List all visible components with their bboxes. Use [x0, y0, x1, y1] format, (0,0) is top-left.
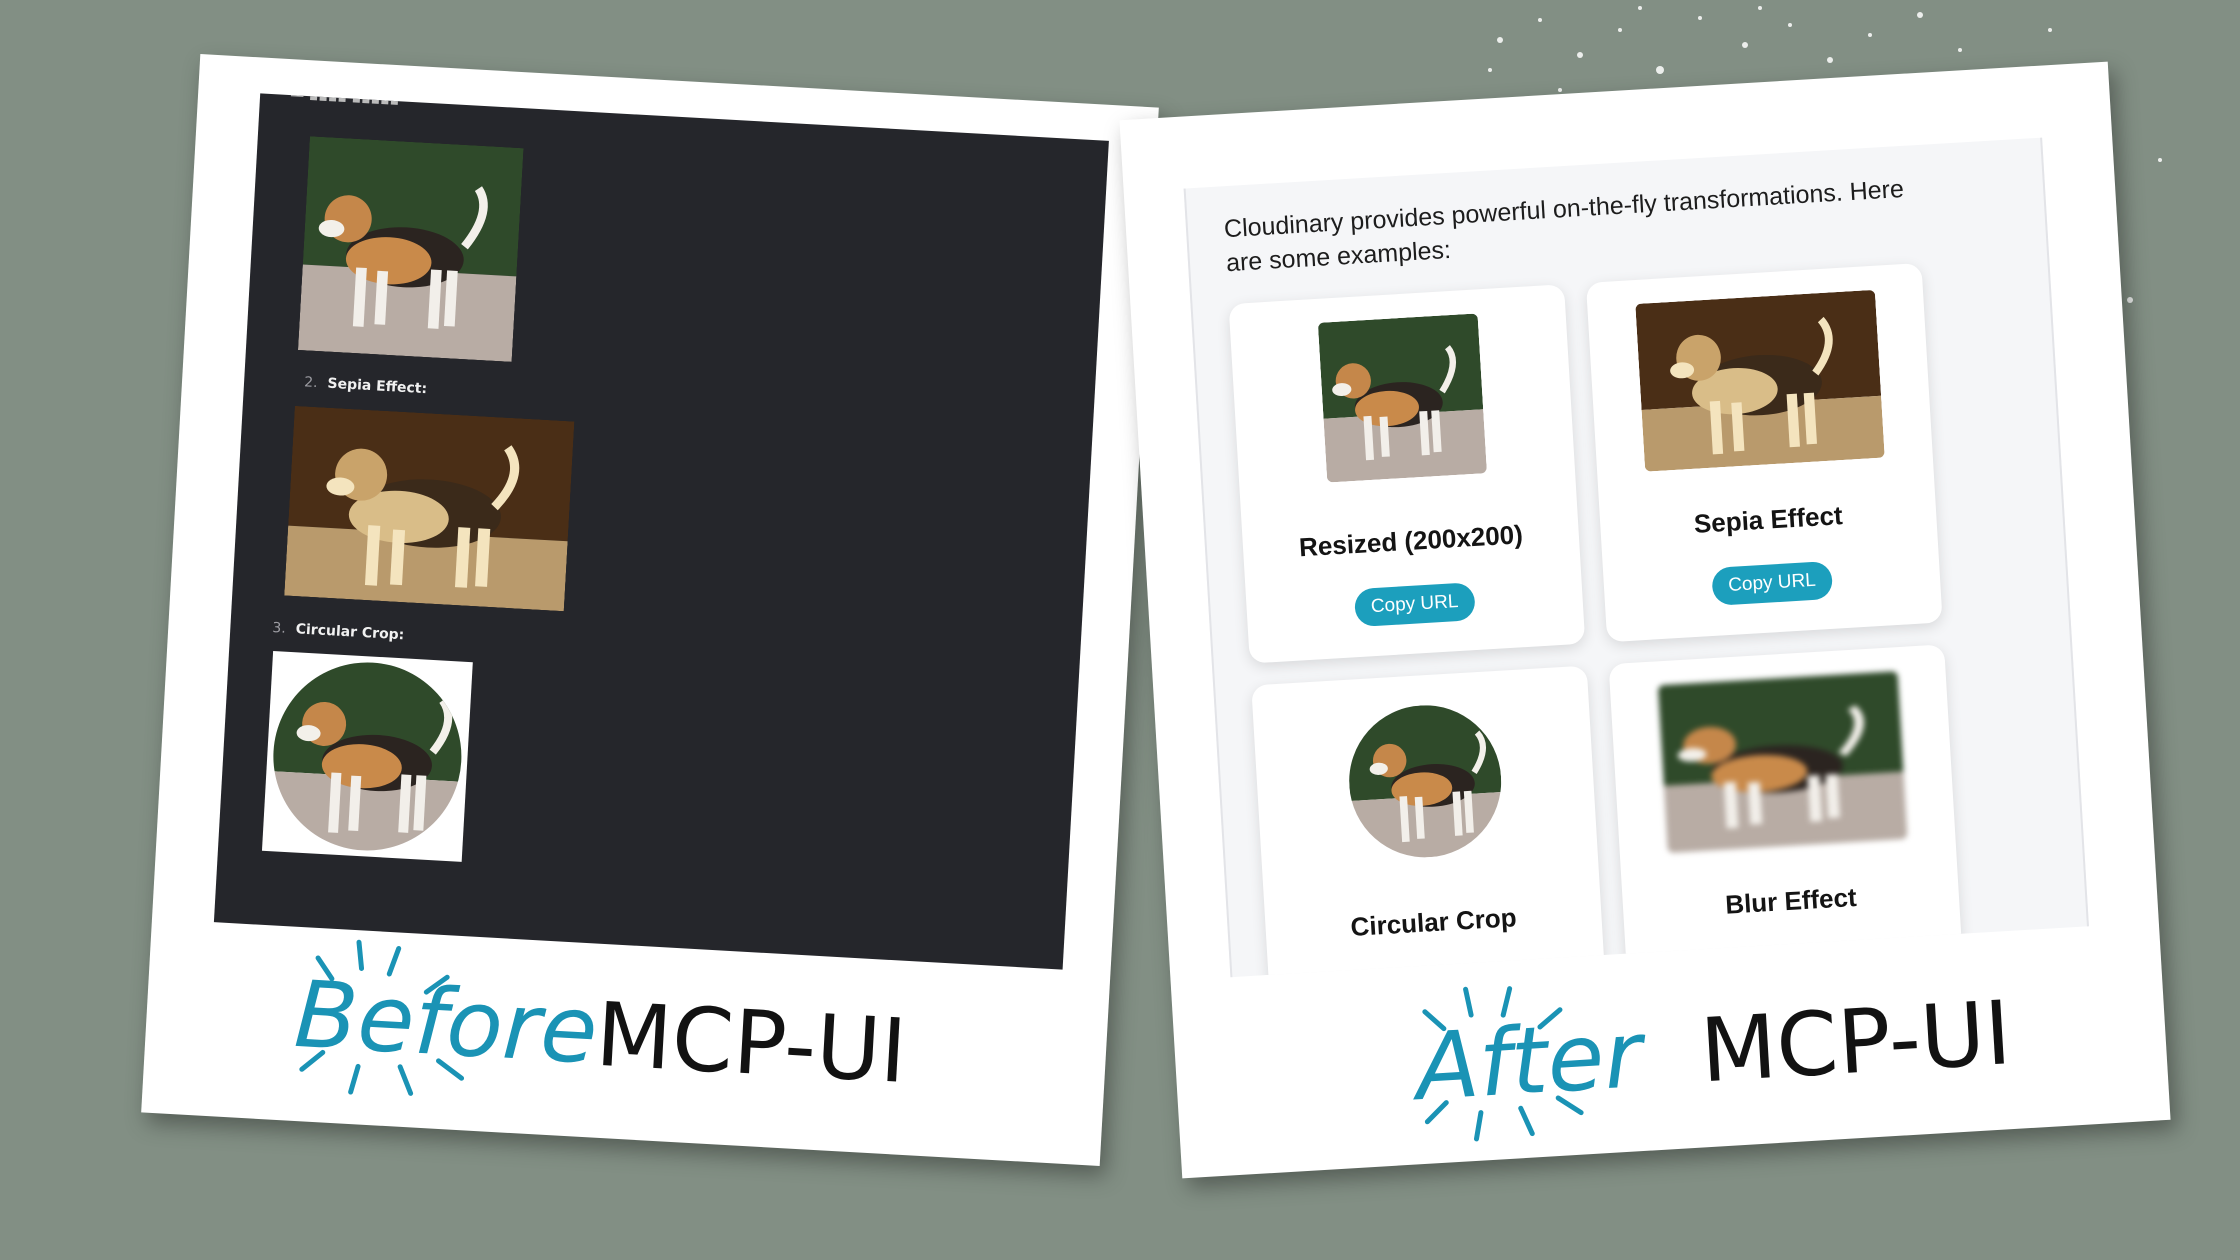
card-circular-copy-url-button[interactable]: Copy URL	[1376, 963, 1499, 978]
after-caption: After	[1412, 1001, 1645, 1122]
card-resized-copy-url-button[interactable]: Copy URL	[1353, 582, 1476, 628]
card-sepia-image	[1635, 289, 1885, 472]
after-polaroid: Cloudinary provides powerful on-the-fly …	[1119, 61, 2171, 1179]
card-blur-image	[1657, 671, 1908, 854]
step-3-label: 3. Circular Crop:	[271, 619, 405, 644]
resized-dog-image	[297, 136, 524, 362]
before-dark-screen: — ▪▪▪▪ ▪▪▪▪▪ 2. Sepia Effect: 3. Circula…	[213, 93, 1109, 970]
card-circular-title: Circular Crop	[1349, 902, 1518, 942]
circular-crop-dog-image	[261, 651, 473, 862]
after-light-screen: Cloudinary provides powerful on-the-fly …	[1183, 137, 2089, 978]
intro-text: Cloudinary provides powerful on-the-fly …	[1223, 174, 1905, 278]
card-blur-copy-url-button[interactable]: Copy URL	[1733, 942, 1856, 978]
card-resized-image	[1317, 313, 1488, 483]
card-resized-title: Resized (200x200)	[1298, 519, 1524, 563]
card-circular-image	[1344, 700, 1506, 862]
before-polaroid: — ▪▪▪▪ ▪▪▪▪▪ 2. Sepia Effect: 3. Circula…	[141, 54, 1159, 1166]
card-circular: Circular Crop Copy URL	[1251, 665, 1608, 978]
after-product-name: MCP-UI	[1697, 981, 2014, 1103]
card-sepia-title: Sepia Effect	[1693, 500, 1844, 539]
card-sepia: Sepia Effect Copy URL	[1585, 262, 1943, 643]
card-blur-title: Blur Effect	[1724, 881, 1858, 920]
card-sepia-copy-url-button[interactable]: Copy URL	[1711, 560, 1833, 606]
card-blur: Blur Effect Copy URL	[1608, 644, 1966, 978]
before-product-name: MCP-UI	[593, 982, 910, 1103]
card-resized: Resized (200x200) Copy URL	[1228, 284, 1586, 664]
step-2-label: 2. Sepia Effect:	[303, 374, 428, 398]
cropped-heading-fragment: — ▪▪▪▪ ▪▪▪▪▪	[289, 93, 400, 110]
sepia-dog-image	[284, 405, 575, 612]
before-caption: Before	[291, 960, 601, 1085]
